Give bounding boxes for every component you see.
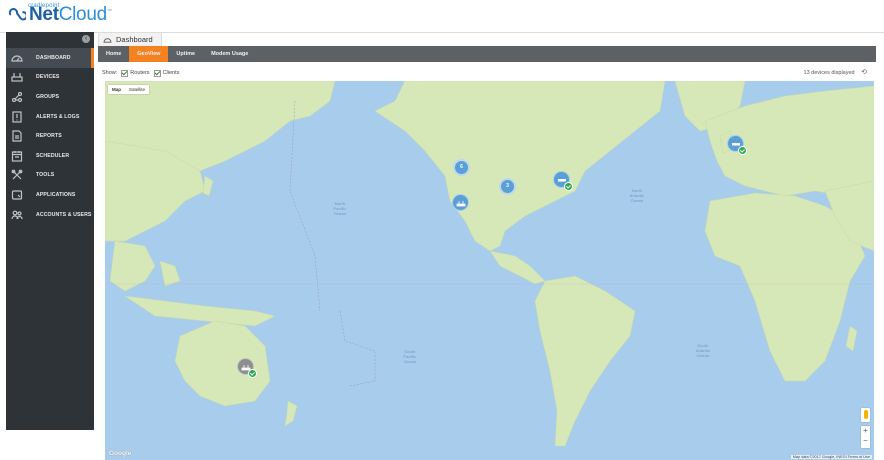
device-cluster-marker[interactable]: 3 xyxy=(499,178,516,195)
tools-icon xyxy=(10,168,24,182)
show-label: Show: xyxy=(102,70,118,76)
sidebar-collapse-icon[interactable]: ‹ xyxy=(82,35,90,43)
refresh-icon[interactable]: ⟲ xyxy=(861,69,867,76)
tab-uptime[interactable]: Uptime xyxy=(168,46,203,62)
device-count-text: 13 devices displayed xyxy=(803,70,855,76)
main-content: Dashboard Home GeoView Uptime Modem Usag… xyxy=(94,32,884,460)
tab-geoview[interactable]: GeoView xyxy=(129,46,169,62)
ocean-label-north-pacific: North Pacific Ocean xyxy=(333,201,347,216)
clients-label: Clients xyxy=(162,70,180,76)
sidebar-item-alerts-logs[interactable]: ALERTS & LOGS xyxy=(6,107,94,127)
applications-icon xyxy=(10,188,24,202)
dashboard-tab-label: Dashboard xyxy=(116,35,153,44)
ocean-label-south-atlantic: South Atlantic Ocean xyxy=(695,343,711,358)
sidebar-item-label: DEVICES xyxy=(36,74,60,81)
routers-checkbox[interactable] xyxy=(121,69,129,77)
sidebar-item-label: ALERTS & LOGS xyxy=(36,113,80,120)
router-icon xyxy=(456,200,465,206)
sidebar-item-dashboard[interactable]: DASHBOARD xyxy=(6,48,94,68)
devices-icon xyxy=(10,70,24,84)
sidebar-item-applications[interactable]: APPLICATIONS xyxy=(6,185,94,205)
subnav-tabs: Home GeoView Uptime Modem Usage xyxy=(98,46,876,62)
sidebar-item-label: SCHEDULER xyxy=(36,152,70,159)
map-attribution[interactable]: Map data ©2017 Google, INEGI Terms of Us… xyxy=(790,455,872,459)
world-map-land xyxy=(105,81,874,447)
sidebar-nav: DASHBOARD DEVICES GROUPS ALERTS & LOGS R… xyxy=(6,48,94,224)
cradlepoint-logo-icon xyxy=(8,8,26,21)
sidebar-item-reports[interactable]: REPORTS xyxy=(6,126,94,146)
zoom-out-button[interactable]: − xyxy=(861,436,870,446)
map-type-control: Map Satellite xyxy=(108,85,150,94)
clients-checkbox[interactable] xyxy=(153,69,161,77)
ocean-label-north-atlantic: North Atlantic Ocean xyxy=(629,188,645,203)
device-count: 13 devices displayed ⟲ xyxy=(804,68,867,76)
geo-map[interactable]: Map Satellite North Pacific Ocean South … xyxy=(105,81,874,460)
scheduler-icon xyxy=(10,149,24,163)
sidebar-item-label: GROUPS xyxy=(36,93,60,100)
sidebar-item-label: TOOLS xyxy=(36,172,55,179)
sidebar-item-tools[interactable]: TOOLS xyxy=(6,166,94,186)
map-type-map-button[interactable]: Map xyxy=(108,85,125,94)
zoom-in-button[interactable]: + xyxy=(861,426,870,436)
sidebar-item-groups[interactable]: GROUPS xyxy=(6,87,94,107)
google-logo: Google xyxy=(109,450,132,457)
online-status-icon xyxy=(248,369,257,378)
map-type-satellite-button[interactable]: Satellite xyxy=(125,85,149,94)
tab-home[interactable]: Home xyxy=(98,46,129,62)
street-view-pegman-icon[interactable] xyxy=(861,408,870,422)
accounts-users-icon xyxy=(10,208,24,222)
brand-small-text: cradlepoint xyxy=(28,3,60,9)
dashboard-icon xyxy=(10,51,24,65)
device-cluster-marker[interactable]: 6 xyxy=(453,159,470,176)
top-bar: cradlepoint NetCloud™ xyxy=(0,0,884,33)
router-marker[interactable] xyxy=(452,194,469,211)
filter-bar: Show: Routers Clients 13 devices display… xyxy=(102,68,877,78)
sidebar-item-label: DASHBOARD xyxy=(36,54,71,61)
routers-label: Routers xyxy=(130,70,150,76)
netcloud-logo[interactable]: cradlepoint NetCloud™ xyxy=(8,3,112,26)
reports-icon xyxy=(10,129,24,143)
zoom-control: + − xyxy=(861,426,870,448)
sidebar-item-devices[interactable]: DEVICES xyxy=(6,68,94,88)
dashboard-icon xyxy=(103,38,112,43)
sidebar-item-accounts-users[interactable]: ACCOUNTS & USERS xyxy=(6,205,94,225)
sidebar-item-label: ACCOUNTS & USERS xyxy=(36,211,92,218)
sidebar-item-label: APPLICATIONS xyxy=(36,191,76,198)
online-status-icon xyxy=(564,182,573,191)
ocean-label-south-pacific: South Pacific Ocean xyxy=(403,349,417,364)
sidebar-item-scheduler[interactable]: SCHEDULER xyxy=(6,146,94,166)
tab-modem-usage[interactable]: Modem Usage xyxy=(203,46,256,62)
sidebar: ‹ DASHBOARD DEVICES GROUPS ALERTS & LOGS… xyxy=(6,32,94,430)
groups-icon xyxy=(10,90,24,104)
dashboard-tab[interactable]: Dashboard xyxy=(98,32,162,46)
online-status-icon xyxy=(738,146,747,155)
sidebar-item-label: REPORTS xyxy=(36,133,62,140)
alerts-logs-icon xyxy=(10,110,24,124)
